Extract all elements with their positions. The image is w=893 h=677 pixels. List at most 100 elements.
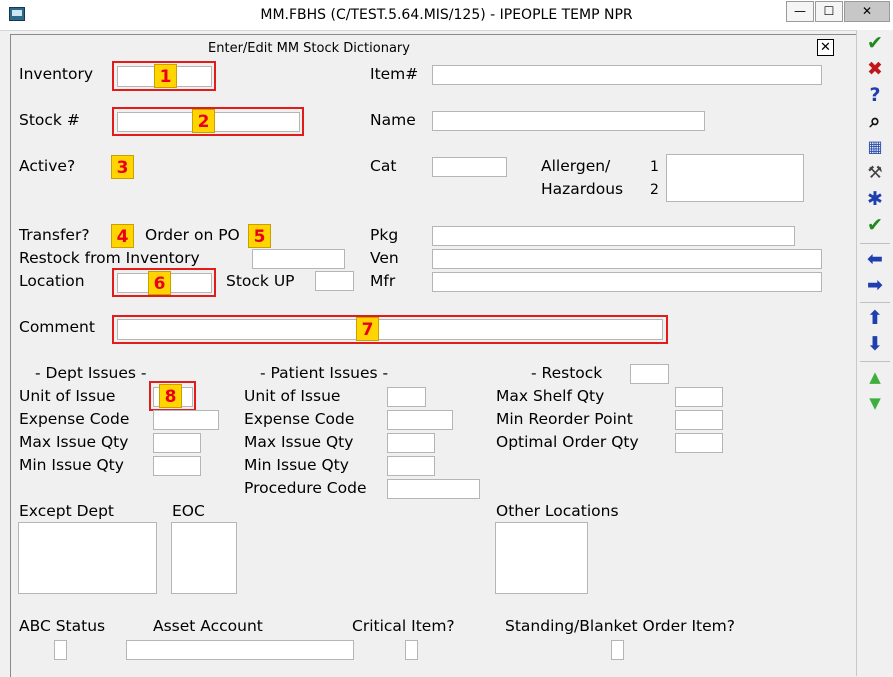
restock-heading: - Restock	[531, 364, 603, 382]
asset-account-field[interactable]	[126, 640, 354, 660]
inventory-label: Inventory	[19, 65, 94, 83]
arrow-down-icon[interactable]: ⬇	[863, 333, 887, 355]
patient-unit-of-issue-label: Unit of Issue	[244, 387, 341, 405]
mfr-label: Mfr	[370, 272, 396, 290]
window-title: MM.FBHS (C/TEST.5.64.MIS/125) - IPEOPLE …	[260, 7, 633, 23]
binoculars-find-icon[interactable]: ⌕	[863, 110, 887, 132]
patient-issues-heading: - Patient Issues -	[260, 364, 389, 382]
standing-blanket-order-field[interactable]	[611, 640, 624, 660]
other-locations-list[interactable]	[495, 522, 588, 594]
patient-expense-code-label: Expense Code	[244, 410, 355, 428]
dept-max-issue-qty-label: Max Issue Qty	[19, 433, 129, 451]
order-on-po-label: Order on PO	[145, 226, 240, 244]
dept-min-issue-qty-label: Min Issue Qty	[19, 456, 124, 474]
abc-status-label: ABC Status	[19, 617, 106, 635]
maximize-button[interactable]: ☐	[815, 1, 843, 22]
patient-max-issue-qty-label: Max Issue Qty	[244, 433, 354, 451]
toolbar-separator	[860, 361, 890, 362]
arrow-left-icon[interactable]: ⬅	[863, 248, 887, 270]
close-button[interactable]: ✕	[844, 1, 890, 22]
patient-min-issue-qty-label: Min Issue Qty	[244, 456, 349, 474]
max-shelf-qty-label: Max Shelf Qty	[496, 387, 605, 405]
window-titlebar: MM.FBHS (C/TEST.5.64.MIS/125) - IPEOPLE …	[0, 0, 893, 31]
procedure-code-label: Procedure Code	[244, 479, 367, 497]
eoc-list[interactable]	[171, 522, 237, 594]
optimal-order-qty-label: Optimal Order Qty	[496, 433, 639, 451]
name-field[interactable]	[432, 111, 705, 131]
critical-item-label: Critical Item?	[352, 617, 455, 635]
help-question-icon[interactable]: ?	[863, 84, 887, 106]
badge-1: 1	[154, 64, 177, 88]
cat-label: Cat	[370, 157, 397, 175]
other-locations-label: Other Locations	[496, 502, 619, 520]
badge-4: 4	[111, 224, 134, 248]
form-subtitle: Enter/Edit MM Stock Dictionary	[208, 41, 410, 56]
except-dept-label: Except Dept	[19, 502, 114, 520]
transfer-label: Transfer?	[19, 226, 90, 244]
active-label: Active?	[19, 157, 76, 175]
comment-label: Comment	[19, 318, 95, 336]
procedure-code-field[interactable]	[387, 479, 480, 499]
dept-max-issue-qty-field[interactable]	[153, 433, 201, 453]
stock-up-field[interactable]	[315, 271, 354, 291]
dept-issues-heading: - Dept Issues -	[35, 364, 147, 382]
patient-max-issue-qty-field[interactable]	[387, 433, 435, 453]
standing-blanket-order-label: Standing/Blanket Order Item?	[505, 617, 735, 635]
allergen-index-1: 1	[650, 159, 659, 175]
item-number-field[interactable]	[432, 65, 822, 85]
scroll-up-icon[interactable]: ▲	[863, 366, 887, 388]
critical-item-field[interactable]	[405, 640, 418, 660]
scroll-down-icon[interactable]: ▼	[863, 392, 887, 414]
badge-7: 7	[356, 317, 379, 341]
dept-expense-code-field[interactable]	[153, 410, 219, 430]
badge-8: 8	[159, 384, 182, 408]
ok-checkmark-icon[interactable]: ✔	[863, 32, 887, 54]
ok-all-checkmark-icon[interactable]: ✔	[863, 214, 887, 236]
arrow-right-icon[interactable]: ➡	[863, 274, 887, 296]
cancel-x-icon[interactable]: ✖	[863, 58, 887, 80]
optimal-order-qty-field[interactable]	[675, 433, 723, 453]
arrow-up-icon[interactable]: ⬆	[863, 307, 887, 329]
badge-3: 3	[111, 155, 134, 179]
allergen-label: Allergen/	[541, 157, 611, 175]
form-close-button[interactable]: ✕	[817, 39, 834, 56]
mfr-field[interactable]	[432, 272, 822, 292]
right-toolbar: ✔ ✖ ? ⌕ ▦ ⚒ ✱ ✔ ⬅ ➡ ⬆ ⬇ ▲ ▼	[856, 30, 893, 676]
patient-expense-code-field[interactable]	[387, 410, 453, 430]
badge-6: 6	[148, 271, 171, 295]
dept-min-issue-qty-field[interactable]	[153, 456, 201, 476]
patient-unit-of-issue-field[interactable]	[387, 387, 426, 407]
patient-min-issue-qty-field[interactable]	[387, 456, 435, 476]
grid-edit-icon[interactable]: ▦	[863, 136, 887, 158]
cat-field[interactable]	[432, 157, 507, 177]
asterisk-icon[interactable]: ✱	[863, 188, 887, 210]
allergen-hazardous-list[interactable]	[666, 154, 804, 202]
dept-unit-of-issue-label: Unit of Issue	[19, 387, 116, 405]
pkg-label: Pkg	[370, 226, 399, 244]
stock-number-label: Stock #	[19, 111, 80, 129]
restock-from-inventory-label: Restock from Inventory	[19, 249, 200, 267]
pkg-field[interactable]	[432, 226, 795, 246]
min-reorder-point-label: Min Reorder Point	[496, 410, 633, 428]
restock-from-inventory-field[interactable]	[252, 249, 345, 269]
ven-field[interactable]	[432, 249, 822, 269]
location-label: Location	[19, 272, 85, 290]
abc-status-field[interactable]	[54, 640, 67, 660]
ven-label: Ven	[370, 249, 399, 267]
restock-field[interactable]	[630, 364, 669, 384]
hazardous-label: Hazardous	[541, 180, 624, 198]
toolbar-separator	[860, 302, 890, 303]
stock-up-label: Stock UP	[226, 272, 295, 290]
name-label: Name	[370, 111, 416, 129]
allergen-index-2: 2	[650, 182, 659, 198]
toolbar-separator	[860, 243, 890, 244]
minimize-button[interactable]: —	[786, 1, 814, 22]
max-shelf-qty-field[interactable]	[675, 387, 723, 407]
highlight-box-7	[112, 315, 668, 344]
tools-icon[interactable]: ⚒	[863, 162, 887, 184]
except-dept-list[interactable]	[18, 522, 157, 594]
eoc-label: EOC	[172, 502, 205, 520]
item-number-label: Item#	[370, 65, 419, 83]
form-panel: Enter/Edit MM Stock Dictionary ✕ Invento…	[10, 34, 856, 677]
min-reorder-point-field[interactable]	[675, 410, 723, 430]
